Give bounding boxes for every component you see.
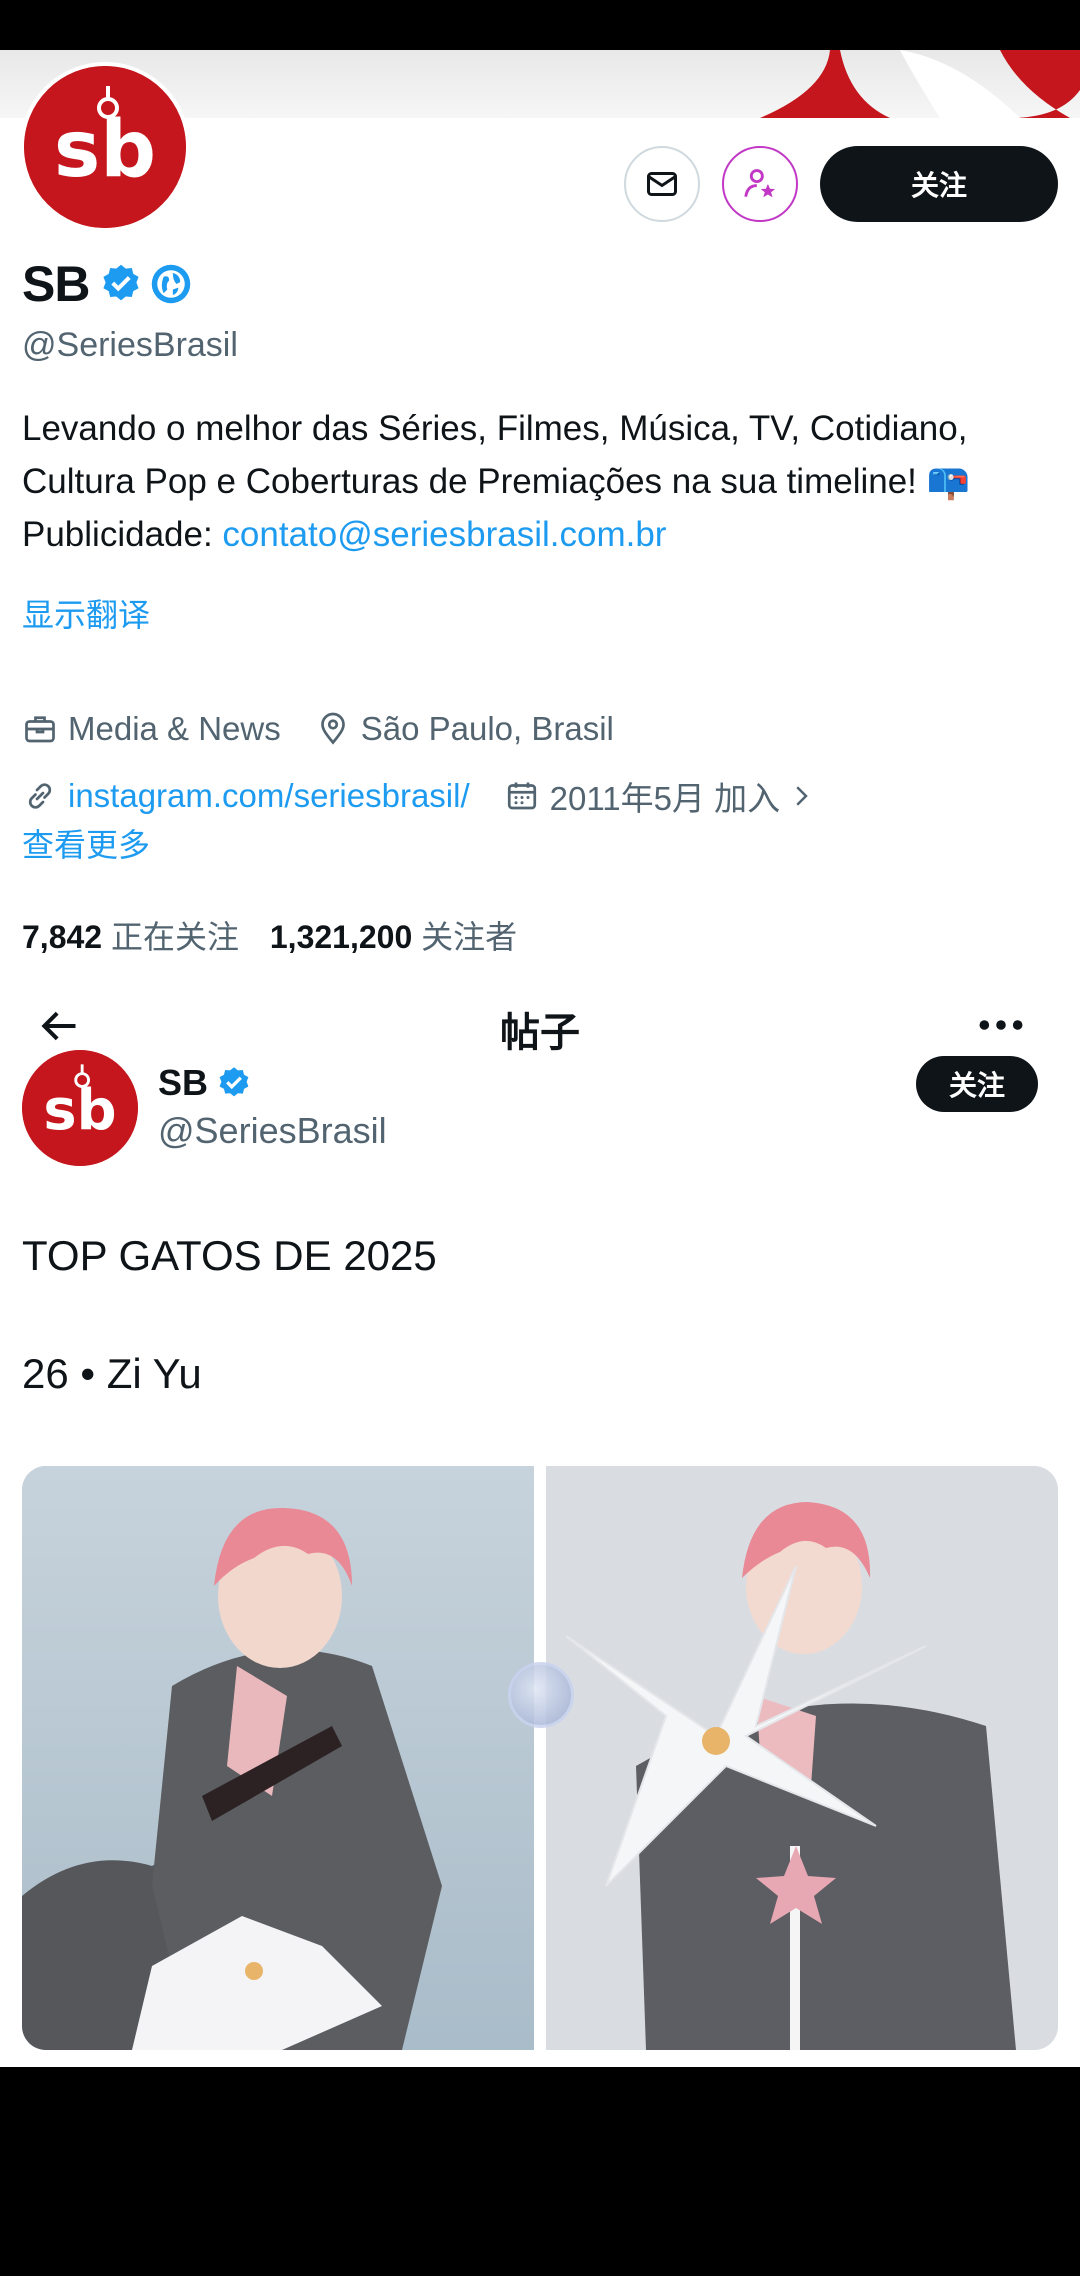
floating-assistant-button[interactable] <box>508 1662 574 1728</box>
profile-meta-row-2: instagram.com/seriesbrasil/ 2011年5月 加入 <box>22 772 826 820</box>
subscribe-button[interactable] <box>722 146 798 222</box>
photo-portrait-seated <box>22 1466 534 2050</box>
post-author-avatar[interactable]: sb <box>22 1050 138 1166</box>
sb-logo-icon: sb <box>24 66 186 228</box>
globe-badge-icon[interactable] <box>149 262 193 306</box>
chevron-right-icon[interactable] <box>786 781 816 811</box>
profile-category: Media & News <box>68 710 281 747</box>
post-text-line-1: TOP GATOS DE 2025 <box>22 1232 437 1279</box>
followers-label: 关注者 <box>421 919 518 955</box>
location-pin-icon <box>320 712 345 745</box>
post-author-row: SB <box>158 1062 252 1104</box>
calendar-icon <box>507 782 536 810</box>
verified-badge-icon[interactable] <box>216 1065 252 1101</box>
bio-email-link[interactable]: contato@seriesbrasil.com.br <box>222 515 666 554</box>
post-text-line-2: 26 • Zi Yu <box>22 1350 202 1397</box>
subscribe-star-icon <box>744 169 776 198</box>
post-photo-1[interactable] <box>22 1466 534 2050</box>
profile-website-link[interactable]: instagram.com/seriesbrasil/ <box>68 777 470 815</box>
profile-meta-row-1: Media & News São Paulo, Brasil <box>22 710 614 748</box>
sb-logo-icon: sb <box>22 1050 138 1166</box>
message-button[interactable] <box>624 146 700 222</box>
photo-portrait-pinwheel <box>546 1466 1058 2050</box>
profile-avatar[interactable]: sb <box>20 62 190 232</box>
link-icon <box>28 783 52 809</box>
follow-stats: 7,842 正在关注 1,321,200 关注者 <box>22 912 517 958</box>
show-translation-link[interactable]: 显示翻译 <box>22 590 150 636</box>
post-author-handle[interactable]: @SeriesBrasil <box>158 1110 387 1152</box>
post-photo-2[interactable] <box>546 1466 1058 2050</box>
profile-sheet: sb 关注 SB @SeriesBrasil Levando o melhor … <box>0 50 1080 2067</box>
verified-badge-icon[interactable] <box>99 262 143 306</box>
followers-stat[interactable]: 1,321,200 关注者 <box>270 919 517 955</box>
following-stat[interactable]: 7,842 正在关注 <box>22 919 239 955</box>
profile-bio: Levando o melhor das Séries, Filmes, Mús… <box>22 402 1062 561</box>
mail-icon <box>647 172 677 196</box>
briefcase-icon <box>25 716 55 743</box>
follow-button[interactable]: 关注 <box>820 146 1058 222</box>
more-icon[interactable] <box>976 1010 1026 1040</box>
followers-count: 1,321,200 <box>269 919 413 955</box>
following-count: 7,842 <box>22 919 103 955</box>
following-label: 正在关注 <box>110 919 239 955</box>
profile-location: São Paulo, Brasil <box>360 710 614 747</box>
show-more-link[interactable]: 查看更多 <box>22 820 150 866</box>
post-author-name[interactable]: SB <box>158 1062 208 1104</box>
profile-handle: @SeriesBrasil <box>22 326 238 364</box>
profile-joined-date[interactable]: 2011年5月 加入 <box>550 772 780 820</box>
name-row: SB <box>22 255 193 313</box>
banner-art <box>760 50 1080 118</box>
display-name: SB <box>22 256 90 312</box>
post-follow-button[interactable]: 关注 <box>916 1056 1038 1112</box>
nav-title: 帖子 <box>500 1010 580 1056</box>
